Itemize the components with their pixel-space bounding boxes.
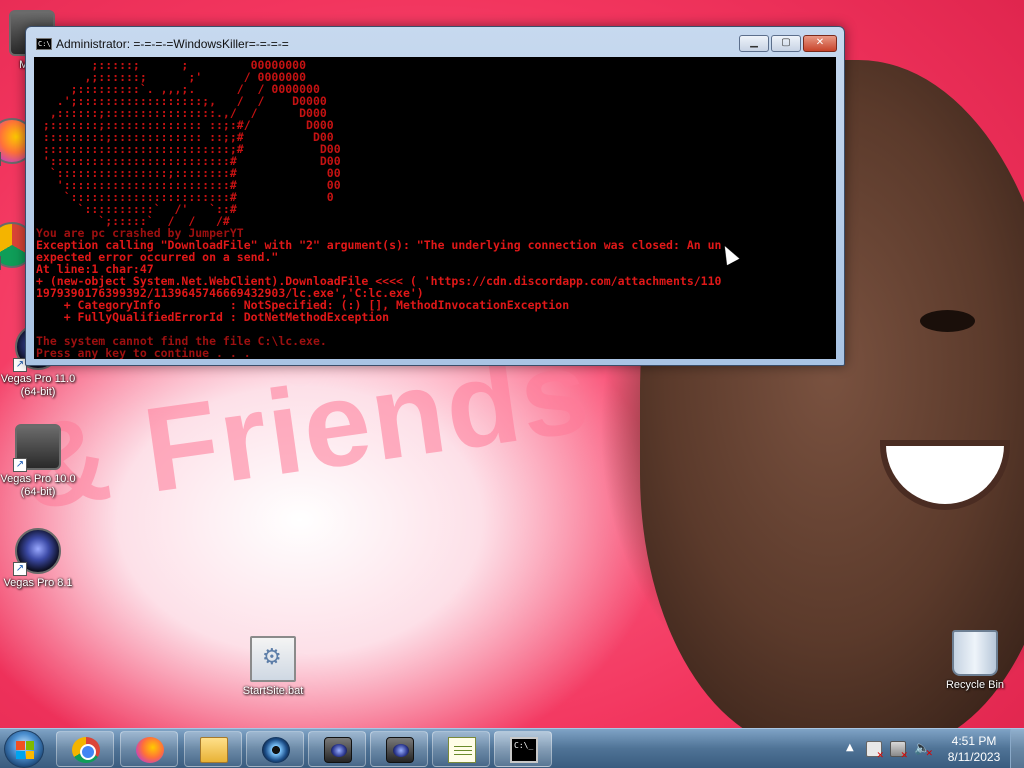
windows-logo-icon	[16, 741, 34, 759]
vegas-icon: ↗	[13, 424, 61, 472]
system-tray: ▲ 🔈 4:51 PM 8/11/2023	[842, 729, 1024, 768]
desktop-icon-label: Recycle Bin	[945, 679, 1005, 691]
console-output[interactable]: ;:::::; ; 00000000 ,;::::::; ;' / 000000…	[34, 57, 836, 359]
clock[interactable]: 4:51 PM 8/11/2023	[942, 733, 1006, 765]
taskbar-disc-app[interactable]	[246, 731, 304, 767]
action-center-icon[interactable]	[866, 741, 884, 761]
gear-file-icon: ⚙	[250, 636, 296, 682]
desktop-icon-startsite-bat[interactable]: ⚙ StartSite.bat	[235, 636, 311, 698]
clock-date: 8/11/2023	[947, 750, 1001, 764]
footer-block: The system cannot find the file C:\lc.ex…	[36, 335, 836, 359]
close-button[interactable]: ✕	[803, 35, 837, 52]
disc-icon	[262, 737, 290, 763]
show-hidden-icons-button[interactable]: ▲	[846, 742, 854, 753]
firefox-icon	[136, 737, 164, 763]
recycle-bin-icon	[952, 630, 998, 676]
taskbar-explorer[interactable]	[184, 731, 242, 767]
maximize-button[interactable]: ▢	[771, 35, 801, 52]
volume-icon[interactable]: 🔈	[914, 741, 933, 762]
cmd-icon: C:\	[36, 38, 52, 50]
desktop-icon-label: StartSite.bat	[242, 685, 304, 697]
taskbar-notepad[interactable]	[432, 731, 490, 767]
notepad-icon	[448, 737, 476, 763]
show-desktop-button[interactable]	[1010, 729, 1024, 768]
footer-line: Press any key to continue . . .	[36, 346, 258, 359]
wallpaper-eye-right	[920, 310, 975, 332]
desktop-icon-recycle-bin[interactable]: Recycle Bin	[937, 630, 1013, 692]
folder-icon	[200, 737, 228, 763]
taskbar-vegas-1[interactable]	[308, 731, 366, 767]
taskbar-vegas-2[interactable]	[370, 731, 428, 767]
desktop-icon-vegas-8[interactable]: ↗ Vegas Pro 8.1	[0, 528, 76, 590]
taskbar: C:\_ ▲ 🔈 4:51 PM 8/11/2023	[0, 728, 1024, 768]
window-title: Administrator: =-=-=-=WindowsKiller=-=-=…	[56, 37, 289, 51]
error-line: + FullyQualifiedErrorId : DotNetMethodEx…	[36, 310, 390, 324]
desktop-icon-label: Vegas Pro 11.0 (64-bit)	[0, 373, 76, 398]
clock-time: 4:51 PM	[951, 734, 997, 748]
vegas-icon	[324, 737, 352, 763]
desktop-icon-label: Vegas Pro 8.1	[3, 577, 73, 589]
error-block: Exception calling "DownloadFile" with "2…	[36, 239, 836, 323]
chrome-icon	[72, 737, 100, 763]
window-titlebar[interactable]: C:\ Administrator: =-=-=-=WindowsKiller=…	[26, 27, 844, 57]
cmd-icon: C:\_	[510, 737, 538, 763]
error-line: expected error occurred on a send."	[36, 250, 279, 264]
taskbar-chrome[interactable]	[56, 731, 114, 767]
console-window[interactable]: C:\ Administrator: =-=-=-=WindowsKiller=…	[25, 26, 845, 366]
desktop-icon-vegas-10[interactable]: ↗ Vegas Pro 10.0 (64-bit)	[0, 424, 76, 499]
network-icon[interactable]	[890, 741, 908, 761]
vegas-icon: ↗	[13, 528, 61, 576]
minimize-button[interactable]: ▁	[739, 35, 769, 52]
desktop-icon-label: Vegas Pro 10.0 (64-bit)	[0, 473, 76, 498]
start-button[interactable]	[4, 730, 44, 768]
ascii-art: ;:::::; ; 00000000 ,;::::::; ;' / 000000…	[36, 59, 836, 227]
taskbar-firefox[interactable]	[120, 731, 178, 767]
vegas-icon	[386, 737, 414, 763]
taskbar-cmd[interactable]: C:\_	[494, 731, 552, 767]
